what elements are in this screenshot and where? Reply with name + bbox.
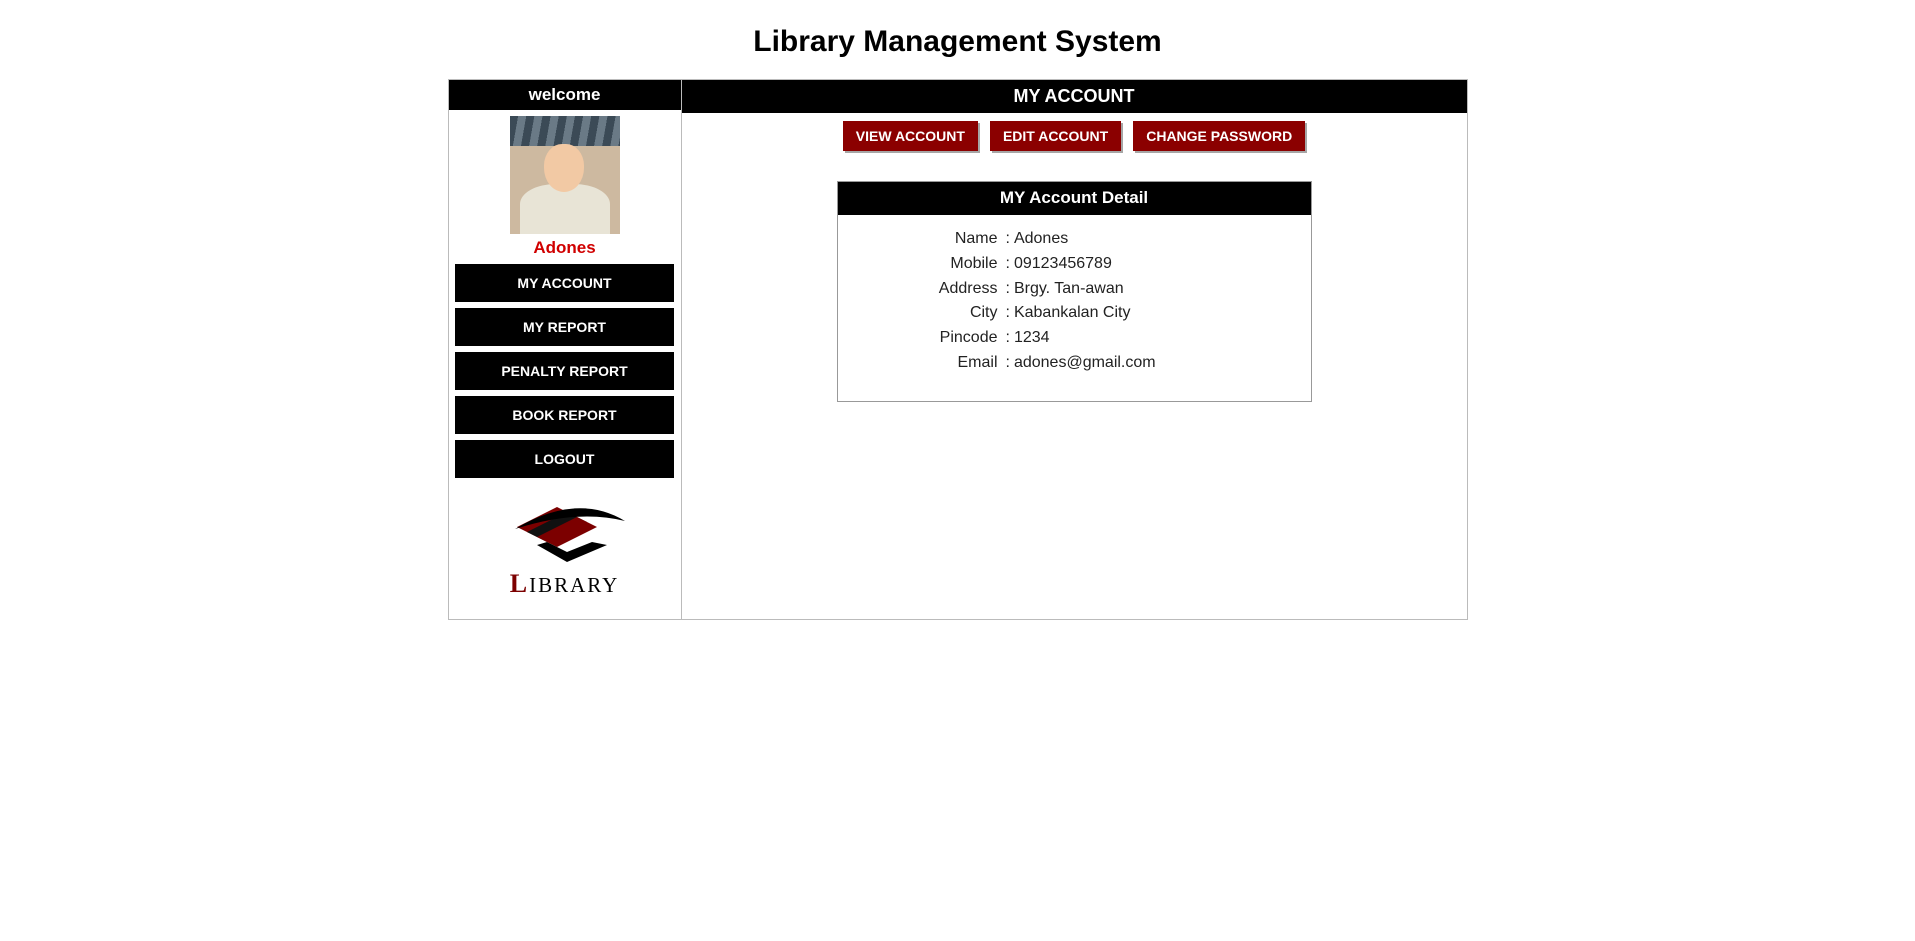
change-password-button[interactable]: CHANGE PASSWORD — [1133, 121, 1305, 151]
field-value: Kabankalan City — [1014, 301, 1131, 326]
field-sep: : — [1002, 252, 1014, 277]
page-title: Library Management System — [0, 0, 1915, 79]
logo-first-letter: L — [510, 569, 529, 598]
library-logo: LIBRARY — [497, 492, 632, 599]
field-label: Address — [854, 277, 1002, 302]
app-frame: welcome Adones MY ACCOUNT MY REPORT PENA… — [448, 79, 1468, 620]
nav-logout[interactable]: LOGOUT — [455, 440, 673, 478]
field-mobile: Mobile : 09123456789 — [854, 252, 1295, 277]
field-label: Pincode — [854, 326, 1002, 351]
field-name: Name : Adones — [854, 227, 1295, 252]
field-city: City : Kabankalan City — [854, 301, 1295, 326]
field-label: Email — [854, 351, 1002, 376]
logo-label: LIBRARY — [510, 569, 620, 599]
username-label: Adones — [533, 238, 595, 258]
field-pincode: Pincode : 1234 — [854, 326, 1295, 351]
field-value: Adones — [1014, 227, 1068, 252]
nav-penalty-report[interactable]: PENALTY REPORT — [455, 352, 673, 390]
books-icon — [497, 492, 632, 567]
account-detail-card: MY Account Detail Name : Adones Mobile :… — [837, 181, 1312, 402]
field-label: Mobile — [854, 252, 1002, 277]
nav-my-report[interactable]: MY REPORT — [455, 308, 673, 346]
field-sep: : — [1002, 351, 1014, 376]
field-address: Address : Brgy. Tan-awan — [854, 277, 1295, 302]
field-value: 1234 — [1014, 326, 1050, 351]
main-header-title: MY ACCOUNT — [682, 80, 1467, 113]
edit-account-button[interactable]: EDIT ACCOUNT — [990, 121, 1121, 151]
avatar — [510, 116, 620, 234]
field-label: Name — [854, 227, 1002, 252]
account-detail-body: Name : Adones Mobile : 09123456789 Addre… — [838, 215, 1311, 401]
sidebar-welcome-header: welcome — [449, 80, 681, 110]
field-value: 09123456789 — [1014, 252, 1112, 277]
logo-rest-letters: IBRARY — [529, 573, 619, 597]
field-value: Brgy. Tan-awan — [1014, 277, 1124, 302]
field-email: Email : adones@gmail.com — [854, 351, 1295, 376]
field-label: City — [854, 301, 1002, 326]
nav-my-account[interactable]: MY ACCOUNT — [455, 264, 673, 302]
nav-book-report[interactable]: BOOK REPORT — [455, 396, 673, 434]
account-detail-header: MY Account Detail — [838, 182, 1311, 215]
sidebar-nav: MY ACCOUNT MY REPORT PENALTY REPORT BOOK… — [455, 264, 673, 478]
field-sep: : — [1002, 301, 1014, 326]
field-sep: : — [1002, 326, 1014, 351]
account-action-row: VIEW ACCOUNT EDIT ACCOUNT CHANGE PASSWOR… — [682, 121, 1467, 151]
sidebar: welcome Adones MY ACCOUNT MY REPORT PENA… — [449, 80, 682, 619]
field-sep: : — [1002, 227, 1014, 252]
field-value: adones@gmail.com — [1014, 351, 1156, 376]
field-sep: : — [1002, 277, 1014, 302]
main-panel: MY ACCOUNT VIEW ACCOUNT EDIT ACCOUNT CHA… — [682, 80, 1467, 619]
view-account-button[interactable]: VIEW ACCOUNT — [843, 121, 978, 151]
